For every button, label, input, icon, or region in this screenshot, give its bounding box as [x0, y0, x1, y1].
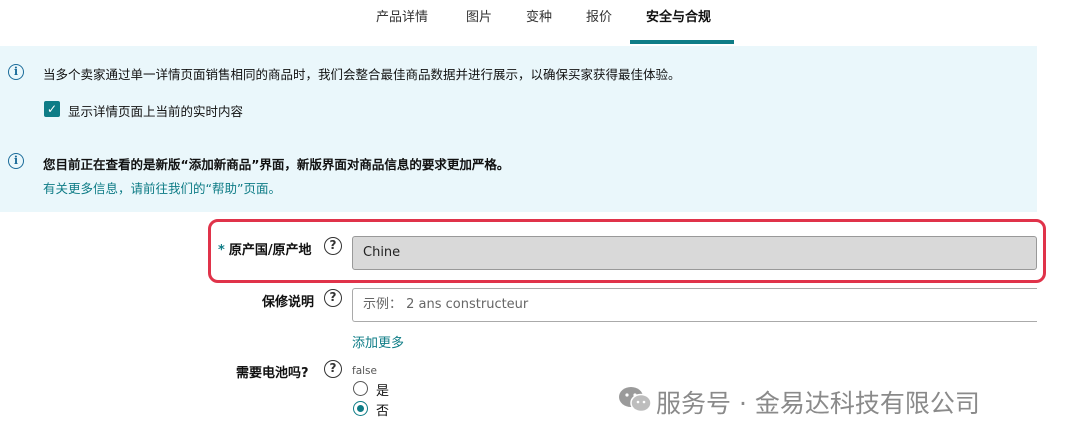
add-more-link[interactable]: 添加更多 — [352, 332, 404, 351]
watermark-text: 服务号 · 金易达科技有限公司 — [656, 389, 980, 418]
tab-images[interactable]: 图片 — [466, 6, 492, 25]
battery-no-label: 否 — [376, 404, 390, 419]
tab-product-details[interactable]: 产品详情 — [376, 6, 428, 25]
tab-bar: 产品详情 图片 变种 报价 安全与合规 — [0, 0, 1080, 44]
tab-offer[interactable]: 报价 — [586, 6, 612, 25]
battery-label: 需要电池吗? — [236, 366, 309, 381]
info-icon: i — [8, 153, 24, 169]
active-tab-indicator — [630, 40, 734, 44]
battery-yes-label: 是 — [376, 384, 390, 399]
live-content-checkbox-label: 显示详情页面上当前的实时内容 — [68, 104, 244, 119]
live-content-checkbox[interactable]: ✓ — [44, 101, 60, 117]
warranty-label: 保修说明 — [262, 295, 315, 310]
battery-value: false — [352, 365, 377, 377]
info-message-new-version: 您目前正在查看的是新版“添加新商品”界面，新版界面对商品信息的要求更加严格。 — [43, 157, 510, 172]
help-icon[interactable]: ? — [324, 289, 342, 307]
info-panel: i 当多个卖家通过单一详情页面销售相同的商品时，我们会整合最佳商品数据并进行展示… — [0, 46, 1037, 212]
tab-safety-compliance[interactable]: 安全与合规 — [646, 6, 711, 25]
battery-yes-radio[interactable] — [353, 381, 368, 396]
info-message-merge: 当多个卖家通过单一详情页面销售相同的商品时，我们会整合最佳商品数据并进行展示，以… — [43, 67, 681, 82]
battery-no-radio[interactable] — [353, 401, 368, 416]
tab-variations[interactable]: 变种 — [526, 6, 552, 25]
wechat-icon — [619, 387, 652, 413]
highlight-box — [208, 219, 1046, 283]
help-icon[interactable]: ? — [324, 360, 342, 378]
info-icon: i — [8, 64, 24, 80]
help-page-link[interactable]: 有关更多信息，请前往我们的“帮助”页面。 — [43, 178, 281, 197]
warranty-input[interactable]: 示例： 2 ans constructeur — [352, 288, 1037, 322]
